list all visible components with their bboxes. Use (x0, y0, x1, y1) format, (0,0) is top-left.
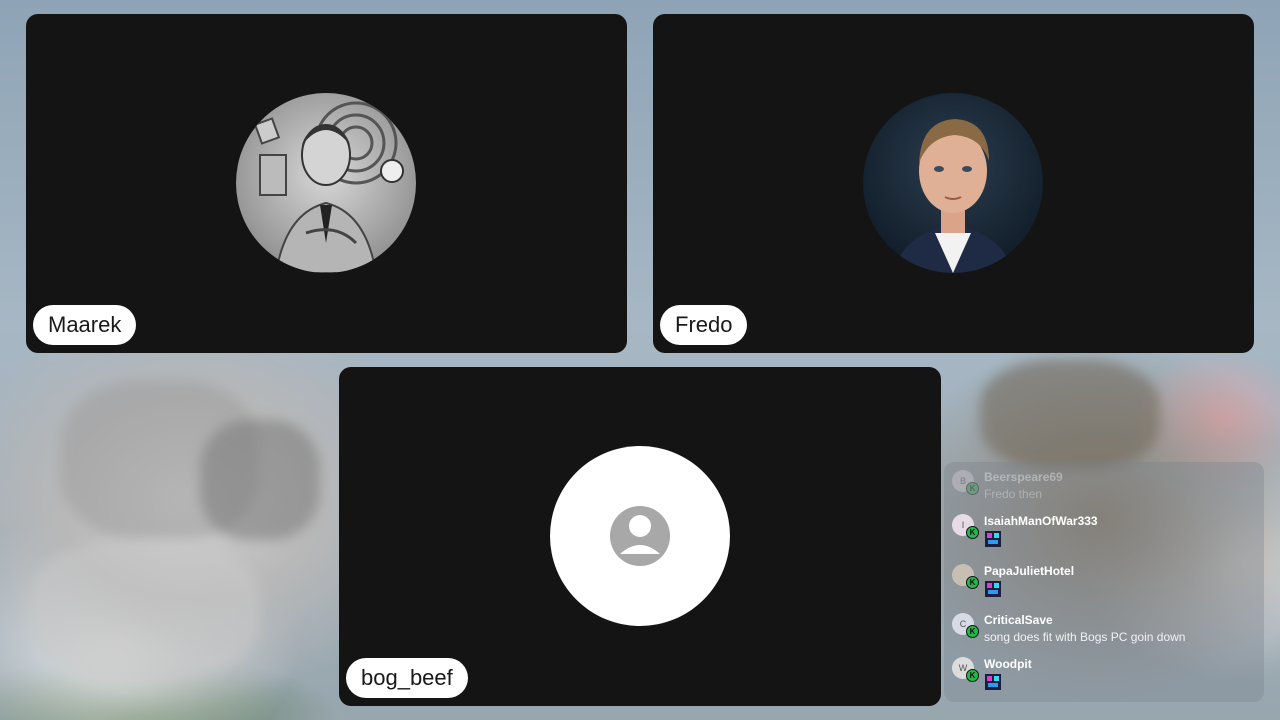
default-user-icon (610, 506, 670, 566)
participant-avatar (236, 93, 416, 273)
chat-username[interactable]: Woodpit (984, 657, 1032, 671)
participant-name-label: bog_beef (346, 658, 468, 698)
participant-avatar (863, 93, 1043, 273)
chat-panel[interactable]: B K Beerspeare69 Fredo then I K IsaiahMa… (944, 462, 1264, 702)
chat-message: C K CriticalSave song does fit with Bogs… (952, 613, 1252, 655)
participant-tile-bog-beef[interactable]: bog_beef (339, 367, 941, 706)
chat-text: Fredo then (984, 487, 1043, 501)
emote-icon (985, 581, 1001, 597)
chat-username[interactable]: Beerspeare69 (984, 470, 1063, 484)
chat-message: B K Beerspeare69 Fredo then (952, 470, 1252, 512)
participant-name-label: Fredo (660, 305, 748, 345)
chat-username[interactable]: CriticalSave (984, 613, 1053, 627)
chat-text: song does fit with Bogs PC goin down (984, 630, 1186, 644)
participant-tile-fredo[interactable]: Fredo (653, 14, 1254, 353)
chat-username[interactable]: IsaiahManOfWar333 (984, 514, 1098, 528)
portrait-photo-icon (863, 93, 1043, 273)
emote-icon (985, 674, 1001, 690)
chat-message: W K Woodpit (952, 657, 1252, 699)
chat-username[interactable]: PapaJulietHotel (984, 564, 1074, 578)
portrait-illustration-icon (236, 93, 416, 273)
platform-badge-icon: K (966, 669, 979, 682)
platform-badge-icon: K (966, 625, 979, 638)
emote-icon (985, 531, 1001, 547)
platform-badge-icon: K (966, 482, 979, 495)
platform-badge-icon: K (966, 526, 979, 539)
participant-avatar (550, 446, 730, 626)
background-blob (980, 360, 1160, 470)
participant-name-label: Maarek (33, 305, 137, 345)
chat-message: I K IsaiahManOfWar333 (952, 514, 1252, 556)
participant-tile-maarek[interactable]: Maarek (26, 14, 627, 353)
background-blob (200, 420, 320, 540)
background-blob (30, 540, 260, 680)
platform-badge-icon: K (966, 576, 979, 589)
chat-message: K PapaJulietHotel (952, 564, 1252, 606)
